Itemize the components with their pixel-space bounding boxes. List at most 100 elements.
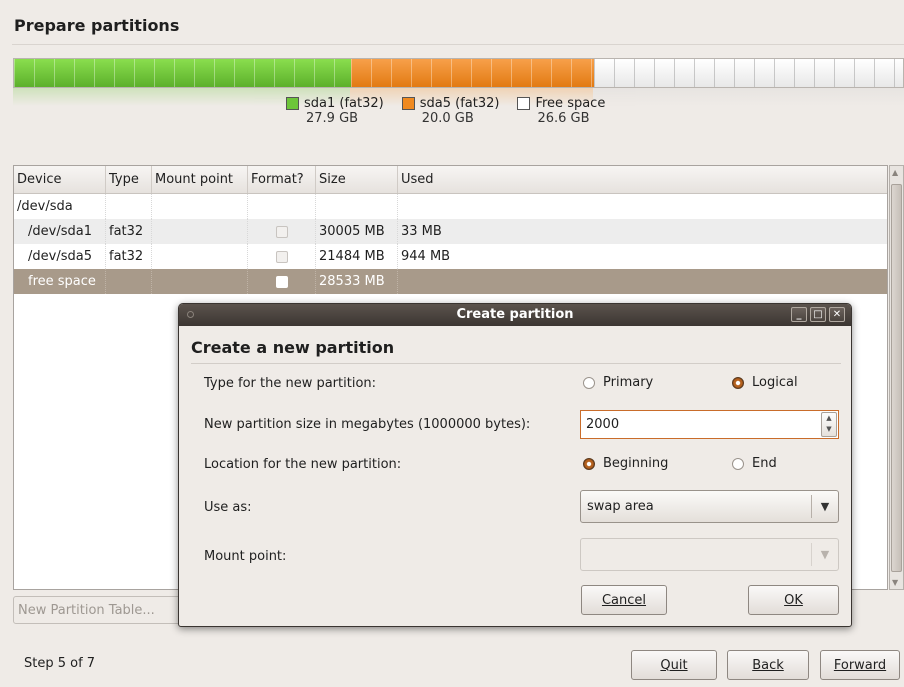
cell-mount [152,219,248,244]
column-header-device[interactable]: Device [14,166,106,193]
window-menu-icon[interactable] [187,311,194,318]
mount-point-combo[interactable]: ▼ [580,538,839,571]
create-partition-dialog[interactable]: Create partition _ □ ✕ Create a new part… [178,303,852,627]
spin-up-down-icon[interactable]: ▲ ▼ [821,412,837,437]
legend-size: 27.9 GB [306,111,359,126]
type-label: Type for the new partition: [204,376,377,391]
cell-size: 28533 MB [316,269,398,294]
legend-size: 26.6 GB [537,111,590,126]
cell-device: /dev/sda5 [14,244,106,269]
table-row[interactable]: /dev/sda5 fat32 21484 MB 944 MB [14,244,887,269]
table-row[interactable]: /dev/sda [14,194,887,219]
radio-off-icon [732,457,744,470]
size-label: New partition size in megabytes (1000000… [204,417,531,432]
table-row[interactable]: /dev/sda1 fat32 30005 MB 33 MB [14,219,887,244]
cell-mount [152,244,248,269]
cell-type: fat32 [106,244,152,269]
cell-size: 21484 MB [316,244,398,269]
cell-device: /dev/sda [14,194,106,219]
radio-on-icon [732,376,744,389]
legend-item-sda1: sda1 (fat32) 27.9 GB [286,96,384,126]
partition-bar-segment-sda1 [14,59,351,87]
scroll-down-icon[interactable]: ▼ [892,578,898,587]
column-header-mount-point[interactable]: Mount point [152,166,248,193]
primary-radio-label: Primary [603,375,654,390]
partition-size-value: 2000 [586,417,620,432]
minimize-icon[interactable]: _ [791,307,807,322]
new-partition-table-button[interactable]: New Partition Table... [13,596,183,624]
column-header-used[interactable]: Used [398,166,887,193]
chevron-down-icon: ▼ [820,548,830,561]
close-icon[interactable]: ✕ [829,307,845,322]
beginning-radio[interactable]: Beginning [583,456,668,471]
primary-radio[interactable]: Primary [583,375,653,390]
legend-item-sda5: sda5 (fat32) 20.0 GB [401,96,499,126]
format-checkbox[interactable] [275,250,288,263]
partition-bar-segment-free [594,59,903,87]
partition-size-spinbox[interactable]: 2000 ▲ ▼ [580,410,839,439]
legend-size: 20.0 GB [421,111,474,126]
dialog-window-title: Create partition [456,307,574,322]
beginning-radio-label: Beginning [603,456,669,471]
format-checkbox[interactable] [275,275,288,288]
cancel-button-label: Cancel [601,592,647,608]
legend-label: sda1 (fat32) [304,96,384,111]
partition-bar-segment-sda5 [351,59,594,87]
legend-label: Free space [535,96,606,111]
end-radio-label: End [752,456,777,471]
cell-device: /dev/sda1 [14,219,106,244]
mount-point-label: Mount point: [204,549,287,564]
table-header: Device Type Mount point Format? Size Use… [14,166,887,194]
cell-format [248,244,316,269]
page-title: Prepare partitions [14,16,180,35]
cell-type [106,269,152,294]
cell-type: fat32 [106,219,152,244]
column-header-format[interactable]: Format? [248,166,316,193]
cell-format [248,269,316,294]
ok-button-label: OK [784,592,803,608]
use-as-combo[interactable]: swap area ▼ [580,490,839,523]
cell-format [248,219,316,244]
radio-off-icon [583,376,595,389]
cell-used: 944 MB [401,249,451,264]
step-indicator: Step 5 of 7 [24,656,96,671]
cell-used [398,194,887,219]
table-scrollbar[interactable]: ▲ ▼ [889,165,904,590]
forward-button[interactable]: Forward [820,650,900,680]
table-row-selected[interactable]: free space 28533 MB [14,269,887,294]
chevron-down-icon: ▼ [820,500,830,513]
title-separator [12,44,904,45]
logical-radio-label: Logical [752,375,798,390]
scrollbar-thumb[interactable] [891,184,902,572]
cell-format [248,194,316,219]
back-button-label: Back [752,657,784,673]
legend-item-free: Free space 26.6 GB [517,96,605,126]
white-swatch-icon [517,97,531,110]
column-header-type[interactable]: Type [106,166,152,193]
use-as-value: swap area [587,499,654,514]
partition-bar [13,58,904,88]
radio-on-icon [583,457,595,470]
end-radio[interactable]: End [732,456,777,471]
dialog-separator [191,363,841,364]
dialog-heading: Create a new partition [191,338,395,357]
use-as-label: Use as: [204,500,252,515]
quit-button-label: Quit [660,657,688,673]
quit-button[interactable]: Quit [631,650,717,680]
dialog-titlebar[interactable]: Create partition _ □ ✕ [179,304,851,326]
logical-radio[interactable]: Logical [732,375,798,390]
cell-device: free space [14,269,106,294]
ok-button[interactable]: OK [748,585,839,615]
partition-legend: sda1 (fat32) 27.9 GB sda5 (fat32) 20.0 G… [286,96,605,126]
column-header-size[interactable]: Size [316,166,398,193]
location-label: Location for the new partition: [204,457,402,472]
back-button[interactable]: Back [727,650,809,680]
cell-mount [152,269,248,294]
cancel-button[interactable]: Cancel [581,585,667,615]
window-controls: _ □ ✕ [791,307,845,322]
maximize-icon[interactable]: □ [810,307,826,322]
cell-size: 30005 MB [316,219,398,244]
cell-used [398,269,887,294]
scroll-up-icon[interactable]: ▲ [892,168,898,177]
format-checkbox[interactable] [275,225,288,238]
